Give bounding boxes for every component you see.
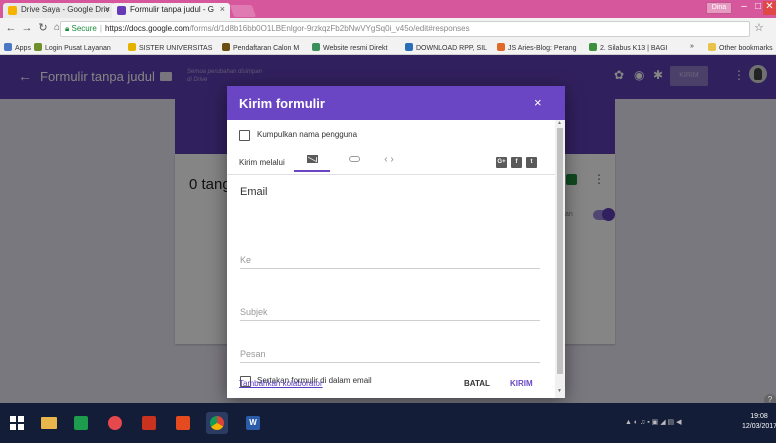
site-icon: [312, 43, 320, 51]
windows-start-icon[interactable]: [10, 416, 24, 430]
address-row: ← → ↻ ⌂ 🔒︎ Secure | https://docs.google.co…: [0, 18, 776, 40]
scroll-down-icon[interactable]: ▼: [557, 388, 562, 394]
site-icon: [589, 43, 597, 51]
word-icon[interactable]: W: [242, 412, 264, 434]
facebook-icon[interactable]: f: [511, 157, 522, 168]
clock-date: 12/03/2017: [742, 423, 776, 430]
recipient-field[interactable]: [240, 251, 540, 269]
minimize-button[interactable]: –: [737, 1, 751, 15]
dialog-scrollbar[interactable]: ▲ ▼: [555, 120, 565, 398]
store-icon[interactable]: [70, 412, 92, 434]
dialog-body: Kumpulkan nama pengguna Kirim melalui ‹ …: [227, 120, 555, 398]
bookmark-apps[interactable]: Apps: [4, 43, 31, 52]
site-icon: [34, 43, 42, 51]
more-bookmarks-button[interactable]: »: [690, 43, 694, 50]
forward-icon[interactable]: →: [20, 21, 34, 35]
collect-email-checkbox[interactable]: [239, 130, 250, 141]
tab-label: Drive Saya - Google Driv: [21, 5, 110, 14]
scroll-up-icon[interactable]: ▲: [557, 120, 562, 126]
site-icon: [222, 43, 230, 51]
clock-time: 19:08: [750, 413, 768, 420]
send-via-label: Kirim melalui: [239, 158, 285, 167]
secure-label: Secure: [71, 24, 97, 33]
url-bar[interactable]: 🔒︎ Secure | https://docs.google.com/forms/…: [60, 21, 750, 37]
system-tray[interactable]: ▲ ◐ ♫ ▪ ▣ ◢ ▤ ◀: [625, 418, 682, 426]
url-path: /forms/d/1d8b16bb0O1LBEnlgor-9rzkqzFb2bN…: [189, 24, 470, 33]
chrome-icon[interactable]: [206, 412, 228, 434]
office-app-icon[interactable]: [172, 412, 194, 434]
close-window-button[interactable]: ✕: [763, 1, 776, 15]
embed-code-icon: ‹ ›: [384, 154, 394, 165]
bookmarks-bar: Apps Login Pusat Layanan SISTER UNIVERSI…: [0, 40, 776, 55]
photo-app-icon[interactable]: [104, 412, 126, 434]
tab-send-email[interactable]: [294, 148, 330, 172]
google-plus-icon[interactable]: G+: [496, 157, 507, 168]
bookmark-item[interactable]: Website resmi Direkt: [312, 43, 387, 52]
other-bookmarks[interactable]: Other bookmarks: [708, 43, 773, 52]
site-icon: [497, 43, 505, 51]
close-icon[interactable]: ×: [534, 95, 542, 110]
send-button[interactable]: KIRIM: [510, 379, 533, 388]
scroll-thumb[interactable]: [557, 128, 563, 374]
add-collaborators-link[interactable]: Tambahkan kolaborator: [239, 379, 323, 388]
new-tab-button[interactable]: [229, 5, 257, 17]
link-icon: [348, 156, 360, 162]
tab-drive[interactable]: Drive Saya - Google Driv ×: [3, 3, 115, 18]
bookmark-item[interactable]: SISTER UNIVERSITAS: [128, 43, 212, 52]
message-field[interactable]: [240, 345, 540, 363]
bookmark-item[interactable]: Pendaftaran Calon M: [222, 43, 299, 52]
site-icon: [128, 43, 136, 51]
browser-titlebar: Drive Saya - Google Driv × Formulir tanp…: [0, 0, 776, 18]
bookmark-item[interactable]: Login Pusat Layanan: [34, 43, 111, 52]
site-icon: [405, 43, 413, 51]
folder-icon: [708, 43, 716, 51]
mail-icon: [306, 155, 318, 163]
apps-grid-icon: [4, 43, 12, 51]
reload-icon[interactable]: ↻: [36, 21, 50, 35]
taskbar-clock[interactable]: 19:08 12/03/2017: [742, 412, 776, 432]
tab-close-icon[interactable]: ×: [220, 4, 225, 14]
back-icon[interactable]: ←: [4, 21, 18, 35]
bookmark-star-icon[interactable]: ☆: [754, 21, 764, 34]
email-heading: Email: [240, 186, 268, 198]
file-explorer-icon[interactable]: [38, 412, 60, 434]
bookmark-item[interactable]: 2. Silabus K13 | BAGI: [589, 43, 668, 52]
tab-send-embed[interactable]: ‹ ›: [371, 148, 407, 172]
cancel-button[interactable]: BATAL: [464, 379, 490, 388]
dialog-title: Kirim formulir: [239, 96, 325, 111]
windows-taskbar: W ▲ ◐ ♫ ▪ ▣ ◢ ▤ ◀ 19:08 12/03/2017: [0, 403, 776, 443]
send-form-dialog: Kirim formulir × Kumpulkan nama pengguna…: [227, 86, 565, 398]
tab-close-icon[interactable]: ×: [105, 4, 110, 14]
url-host: https://docs.google.com: [104, 24, 190, 33]
lock-icon: 🔒︎: [65, 24, 70, 33]
profile-chip[interactable]: Dina: [706, 2, 732, 14]
twitter-icon[interactable]: t: [526, 157, 537, 168]
tab-send-link[interactable]: [336, 148, 372, 172]
tab-label: Formulir tanpa judul - G: [130, 5, 215, 14]
forms-favicon-icon: [117, 6, 126, 15]
collect-email-label: Kumpulkan nama pengguna: [257, 130, 358, 139]
drive-favicon-icon: [8, 6, 17, 15]
bookmark-item[interactable]: JS Aries-Blog: Perang: [497, 43, 576, 52]
divider: [227, 174, 555, 175]
pdf-reader-icon[interactable]: [138, 412, 160, 434]
dialog-header: Kirim formulir ×: [227, 86, 565, 120]
bookmark-item[interactable]: DOWNLOAD RPP, SIL: [405, 43, 487, 52]
subject-field[interactable]: [240, 303, 540, 321]
tab-forms[interactable]: Formulir tanpa judul - G ×: [112, 3, 230, 18]
